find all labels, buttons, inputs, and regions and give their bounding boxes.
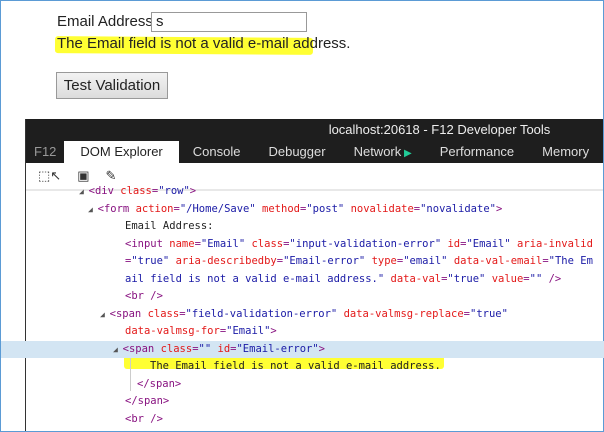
tab-label: Performance	[439, 144, 515, 159]
devtools-title: localhost:20618 - F12 Developer Tools	[26, 119, 603, 141]
code-token: class	[120, 185, 152, 197]
dom-node-line[interactable]: <input name="Email" class="input-validat…	[1, 236, 604, 254]
code-token: "field-validation-error"	[185, 307, 338, 320]
code-token: ""	[198, 342, 212, 355]
expand-arrow-icon[interactable]: ◢	[100, 310, 110, 319]
email-label: Email Address:	[57, 13, 158, 30]
devtools-tabs: F12 DOM Explorer Console Debugger Network ▶ P…	[26, 141, 603, 163]
code-token: "post"	[306, 202, 345, 215]
expand-arrow-icon[interactable]: ◢	[113, 345, 123, 354]
code-token: name	[169, 237, 195, 250]
tab-label: Debugger	[268, 144, 326, 159]
code-token: <span	[122, 342, 161, 355]
tab-label: Memory	[542, 144, 590, 159]
code-token: >	[189, 185, 197, 197]
expand-arrow-icon[interactable]: ◢	[79, 187, 89, 196]
code-token: "Email-error"	[236, 342, 319, 355]
code-token: "input-validation-error"	[289, 237, 442, 250]
code-token: novalidate	[350, 202, 414, 215]
tab-label: DOM Explorer	[80, 144, 163, 159]
code-token: type	[371, 255, 397, 267]
tab-debugger[interactable]: Debugger	[254, 141, 339, 163]
code-token: action	[135, 202, 174, 215]
dom-node-line[interactable]: <br />	[1, 288, 604, 306]
code-token: data-valmsg-for	[125, 325, 220, 337]
code-token: "true"	[131, 255, 170, 267]
code-token: "row"	[158, 185, 190, 197]
code-token: value	[491, 272, 524, 285]
dom-node-line[interactable]: ◢ <form action="/Home/Save" method="post…	[1, 201, 604, 219]
code-token: aria-describedby	[175, 255, 277, 267]
tab-label: F12	[34, 144, 57, 159]
code-token: aria-invalid	[517, 237, 593, 250]
code-token: "Email"	[200, 237, 246, 250]
dom-node-line[interactable]: The Email field is not a valid e-mail ad…	[1, 358, 604, 376]
code-token: </span>	[137, 377, 182, 390]
code-token: >	[270, 325, 277, 337]
tab-label: Console	[192, 144, 241, 159]
code-token: id	[447, 237, 461, 250]
dom-node-line[interactable]: data-valmsg-for="Email">	[1, 323, 604, 341]
select-element-icon[interactable]: ⬚↖	[38, 168, 61, 184]
dom-node-line[interactable]: Email Address:	[1, 218, 604, 236]
code-token: <form	[97, 202, 136, 215]
validation-error: The Email field is not a valid e-mail ad…	[57, 35, 351, 52]
code-token: >	[495, 202, 503, 215]
code-token: ""	[529, 272, 543, 285]
code-token: />	[542, 272, 562, 285]
dom-node-line[interactable]: ="true" aria-describedby="Email-error" t…	[1, 253, 604, 271]
code-token: <span	[109, 307, 148, 320]
code-token: data-val	[390, 272, 442, 285]
code-token: >	[318, 342, 325, 355]
test-validation-button[interactable]: Test Validation	[56, 72, 168, 99]
code-token: <div	[88, 185, 121, 197]
tab-console[interactable]: Console	[179, 141, 255, 163]
dom-node-line[interactable]: ◢ <div class="row">	[1, 183, 604, 201]
code-token: "Email"	[466, 237, 511, 250]
tab-label: Network	[353, 144, 402, 159]
code-token: "true"	[447, 272, 486, 285]
code-token: "/Home/Save"	[179, 202, 256, 215]
dom-node-line[interactable]: ◢ <span class="field-validation-error" d…	[1, 306, 604, 324]
code-token: "true"	[470, 307, 508, 320]
dom-node-line[interactable]: ◢ <span class="" id="Email-error">	[1, 340, 604, 358]
email-input[interactable]: s	[151, 12, 307, 32]
record-icon[interactable]: ▶	[401, 148, 412, 159]
tab-memory[interactable]: Memory	[528, 141, 603, 163]
code-token: <br />	[125, 412, 163, 425]
highlight-box-icon[interactable]: ▣	[77, 168, 89, 184]
code-token: "Email"	[226, 325, 271, 337]
color-picker-icon[interactable]: ✎	[105, 168, 116, 184]
tab-network[interactable]: Network ▶	[340, 141, 426, 163]
code-token: <br />	[125, 290, 163, 302]
tab-dom-explorer[interactable]: DOM Explorer	[64, 141, 179, 163]
tab-f12[interactable]: F12	[26, 141, 64, 163]
dom-node-line[interactable]: </span>	[1, 393, 604, 411]
code-token: class	[147, 307, 180, 320]
code-token: The Email field is not a valid e-mail ad…	[150, 360, 441, 372]
code-token: ail field is not a valid e-mail address.…	[125, 272, 385, 285]
code-token: "novalidate"	[420, 202, 496, 215]
code-token: data-val-email	[453, 255, 543, 267]
code-token: class	[160, 342, 193, 355]
code-token: "The Em	[548, 255, 593, 267]
code-token: method	[262, 202, 300, 215]
dom-node-line[interactable]: <br />	[1, 411, 604, 429]
code-token: class	[251, 237, 284, 250]
tab-performance[interactable]: Performance	[426, 141, 528, 163]
code-token: </span>	[125, 395, 170, 407]
code-token: Email Address:	[125, 220, 214, 232]
code-token: id	[217, 342, 231, 355]
dom-node-line[interactable]: </span>	[1, 376, 604, 394]
code-token: "email"	[403, 255, 448, 267]
code-token: data-valmsg-replace	[343, 307, 464, 320]
dom-node-line[interactable]: ail field is not a valid e-mail address.…	[1, 271, 604, 289]
expand-arrow-icon[interactable]: ◢	[88, 205, 98, 214]
code-token: <input	[125, 237, 170, 250]
code-token: "Email-error"	[283, 255, 366, 267]
